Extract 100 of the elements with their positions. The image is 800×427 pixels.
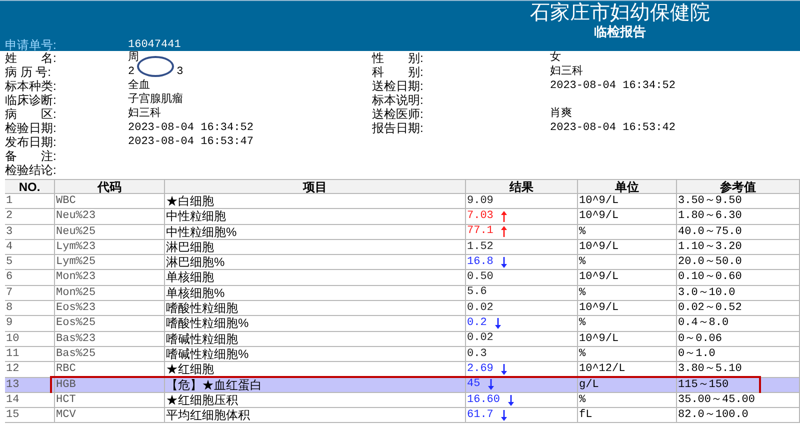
table-row[interactable]: 7 Mon%25 单核细胞% 5.6 % 3.0～10.0 <box>5 286 800 302</box>
table-cell: 淋巴细胞% <box>165 255 466 270</box>
field-value: 妇三科 <box>128 107 161 121</box>
table-row[interactable]: 6 Mon%23 单核细胞 0.50 10^9/L 0.10～0.60 <box>5 270 800 286</box>
result-value: 61.7 <box>467 408 494 423</box>
report-title: 临检报告 <box>594 24 646 39</box>
hospital-name: 石家庄市妇幼保健院 <box>530 2 710 24</box>
table-cell: Bas%23 <box>55 332 165 346</box>
table-cell: 20.0～50.0 <box>677 255 800 270</box>
field-label: 送检医师: <box>371 107 424 121</box>
table-row[interactable]: 11 Bas%25 嗜碱性粒细胞% 0.3 % 0～1.0 <box>5 346 800 362</box>
table-row[interactable]: 13 HGB 【危】★血红蛋白 45 g/L 115～150 <box>5 378 800 393</box>
table-cell: 10^9/L <box>578 332 677 346</box>
table-cell: Neu%25 <box>55 224 165 239</box>
table-cell: 1 <box>5 194 55 208</box>
table-row[interactable]: 3 Neu%25 中性粒细胞% 77.1 % 40.0～75.0 <box>5 224 800 240</box>
table-cell: 3.0～10.0 <box>677 286 800 300</box>
table-cell: 中性粒细胞% <box>165 224 466 239</box>
table-cell: % <box>578 224 677 239</box>
field-value: 16047441 <box>128 39 181 51</box>
field-label: 标本说明: <box>371 93 424 107</box>
result-value: 7.03 <box>467 208 494 224</box>
field-label: 检验日期: <box>4 121 58 135</box>
result-value: 9.09 <box>467 194 494 209</box>
field-label: 检验结论: <box>4 163 58 177</box>
table-cell: % <box>578 392 677 408</box>
table-cell: Lym%23 <box>55 240 165 254</box>
field-label: 报告日期: <box>371 121 424 135</box>
field-value: 子宫腺肌瘤 <box>128 93 183 107</box>
table-row[interactable]: 1 WBC ★白细胞 9.09 10^9/L 3.50～9.50 <box>5 194 800 210</box>
table-cell: 6 <box>5 270 55 285</box>
table-row[interactable]: 9 Eos%25 嗜酸性粒细胞% 0.2 % 0.4～8.0 <box>5 316 800 332</box>
field-value: 3 <box>176 65 184 79</box>
field-label: 病 历 号: <box>4 65 52 79</box>
result-value: 1.52 <box>467 240 494 255</box>
column-header: 代码 <box>55 180 165 193</box>
table-row[interactable]: 2 Neu%23 中性粒细胞 7.03 10^9/L 1.80～6.30 <box>5 209 800 225</box>
table-cell: Bas%25 <box>55 346 165 362</box>
table-cell: ★白细胞 <box>165 194 466 208</box>
table-cell: g/L <box>578 378 677 392</box>
table-cell: % <box>578 286 677 300</box>
table-cell: 10^9/L <box>578 209 677 224</box>
table-cell: 1.80～6.30 <box>677 209 800 224</box>
field-value: 2 <box>128 65 135 79</box>
table-cell: HGB <box>55 378 165 392</box>
field-label: 备 注: <box>4 149 58 163</box>
table-cell: 10^9/L <box>578 270 677 285</box>
result-value: 0.3 <box>467 346 487 362</box>
field-label: 送检日期: <box>371 79 424 93</box>
table-cell: 0.4～8.0 <box>677 316 800 331</box>
table-cell: 10^9/L <box>578 240 677 254</box>
table-cell: 10^9/L <box>578 301 677 316</box>
redaction-oval <box>137 56 174 77</box>
table-row[interactable]: 8 Eos%23 嗜酸性粒细胞 0.02 10^9/L 0.02～0.52 <box>5 301 800 316</box>
table-cell: 0.10～0.60 <box>677 270 800 285</box>
table-cell: HCT <box>55 392 165 408</box>
table-row[interactable]: 15 MCV 平均红细胞体积 61.7 fL 82.0～100.0 <box>5 408 800 424</box>
table-cell: 12 <box>5 362 55 377</box>
table-cell: 7 <box>5 286 55 300</box>
table-cell: 3.80～5.10 <box>677 362 800 377</box>
table-cell: ★红细胞压积 <box>165 392 466 408</box>
table-cell: MCV <box>55 408 165 422</box>
column-header: 项目 <box>165 180 466 193</box>
result-value: 0.02 <box>467 300 494 316</box>
table-cell: 0～1.0 <box>677 346 800 362</box>
table-cell: 2 <box>5 209 55 224</box>
table-cell: 平均红细胞体积 <box>165 408 466 422</box>
table-cell: 中性粒细胞 <box>165 209 466 224</box>
table-cell: 13 <box>5 378 55 392</box>
result-value: 0.2 <box>467 316 487 332</box>
table-cell: 单核细胞% <box>165 286 466 300</box>
column-header: 结果 <box>466 180 578 193</box>
table-row[interactable]: 5 Lym%25 淋巴细胞% 16.8 % 20.0～50.0 <box>5 255 800 270</box>
table-cell: 嗜碱性粒细胞% <box>165 346 466 362</box>
table-row[interactable]: 4 Lym%23 淋巴细胞 1.52 10^9/L 1.10～3.20 <box>5 240 800 256</box>
table-cell: ★红细胞 <box>165 362 466 377</box>
table-cell: % <box>578 255 677 270</box>
table-cell: 10 <box>5 332 55 346</box>
table-cell: 10^9/L <box>578 194 677 208</box>
result-value: 45 <box>467 377 480 392</box>
result-value: 16.60 <box>467 392 500 408</box>
table-cell: 40.0～75.0 <box>677 224 800 239</box>
table-cell: 单核细胞 <box>165 270 466 285</box>
table-row[interactable]: 10 Bas%23 嗜碱性粒细胞 0.02 10^9/L 0～0.06 <box>5 332 800 347</box>
field-value: 肖爽 <box>550 107 572 121</box>
field-value: 全血 <box>128 79 150 92</box>
field-value: 妇三科 <box>550 65 583 79</box>
table-row[interactable]: 14 HCT ★红细胞压积 16.60 % 35.00～45.00 <box>5 392 800 408</box>
table-cell: % <box>578 316 677 331</box>
table-cell: 82.0～100.0 <box>677 408 800 422</box>
table-cell: 0～0.06 <box>677 332 800 346</box>
column-header: 单位 <box>578 180 677 193</box>
table-cell: 嗜酸性粒细胞% <box>165 316 466 331</box>
result-value: 0.02 <box>467 331 494 346</box>
table-cell: 15 <box>5 408 55 422</box>
field-label: 性 别: <box>370 51 424 65</box>
field-label: 标本种类: <box>4 79 58 93</box>
table-cell: Neu%23 <box>55 209 165 224</box>
table-cell: 【危】★血红蛋白 <box>165 378 466 392</box>
table-cell: RBC <box>55 362 165 377</box>
